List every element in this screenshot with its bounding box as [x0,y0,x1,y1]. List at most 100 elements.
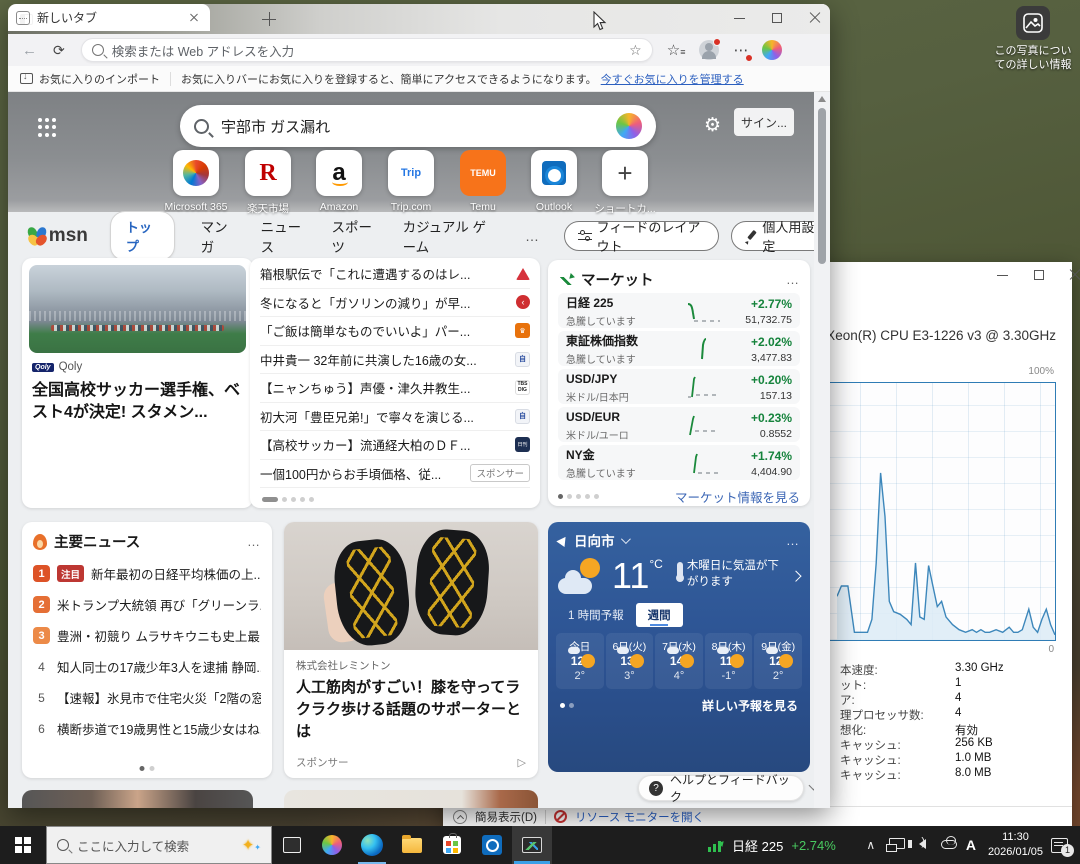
shortcut-tripcom[interactable]: Trip Trip.com [376,150,446,213]
taskmgr-close-button[interactable] [1058,264,1080,286]
weather-pagination[interactable] [560,703,574,708]
shortcut-add[interactable]: + ショートカ... [590,150,660,216]
headline-row[interactable]: 箱根駅伝で「これに遭遇するのはレ... [260,260,530,289]
market-row[interactable]: 日経 225急騰しています +2.77%51,732.75 [558,293,800,328]
volume-icon[interactable] [912,838,934,852]
msn-logo[interactable]: msn [49,225,88,247]
nav-tab-casual-games[interactable]: カジュアル ゲーム [403,216,495,256]
headline-row[interactable]: 初大河「豊臣兄弟!」で寧々を演じる...自 [260,403,530,432]
browser-close-button[interactable] [796,4,830,32]
simple-view-button[interactable]: 簡易表示(D) [475,809,537,825]
browser-tab[interactable]: 新しいタブ [8,4,210,31]
forecast-day[interactable]: 7日(水) 14°4° [655,633,703,689]
nav-more-icon[interactable]: … [525,228,540,244]
taskmgr-minimize-button[interactable] [985,264,1019,286]
favorites-import-button[interactable]: お気に入りのインポート [39,71,160,87]
taskbar-store[interactable] [432,826,472,864]
feed-layout-button[interactable]: フィードのレイアウト [564,221,719,251]
nav-tab-manga[interactable]: マンガ [201,216,235,256]
news-row[interactable]: 1 注目 新年最初の日経平均株価の上... [33,558,261,589]
news-row[interactable]: 2 米トランプ大統領 再び「グリーンラ... [33,589,261,620]
shortcut-rakuten[interactable]: R 楽天市場 [233,150,303,216]
sponsored-ad-card[interactable]: 株式会社レミントン 人工筋肉がすごい！膝を守ってラクラク歩ける話題のサポーターと… [284,522,538,778]
ad-headline[interactable]: 人工筋肉がすごい！膝を守ってラクラク歩ける話題のサポーターとは [296,677,526,742]
page-settings-gear-icon[interactable]: ⚙ [704,114,721,137]
notification-center-icon[interactable]: 1 [1051,838,1068,853]
news-row[interactable]: 4 知人同士の17歳少年3人を逮捕 静岡... [33,651,261,682]
tab-hourly-forecast[interactable]: 1 時間予報 [556,603,636,627]
nav-tab-news[interactable]: ニュース [261,216,306,256]
market-pagination[interactable] [558,494,599,499]
story-headline[interactable]: 全国高校サッカー選手権、ベスト4が決定! スタメン... [32,380,243,425]
profile-avatar[interactable] [699,40,719,60]
tray-stock-change[interactable]: +2.74% [791,838,835,853]
partial-story-card[interactable] [284,790,538,808]
browser-minimize-button[interactable] [720,4,758,32]
market-see-more-link[interactable]: マーケット情報を見る [599,487,800,506]
news-row[interactable]: 3 豊洲・初競り ムラサキウニも史上最... [33,620,261,651]
forecast-day[interactable]: 9日(金) 12°2° [754,633,802,689]
taskbar-clock[interactable]: 11:30 2026/01/05 [988,830,1043,860]
scroll-up-arrow[interactable] [818,96,826,102]
forecast-day[interactable]: 8日(木) 11°-1° [705,633,753,689]
weather-location[interactable]: 日向市 [574,530,615,550]
shortcut-amazon[interactable]: a Amazon [304,150,374,213]
open-resource-monitor-link[interactable]: リソース モニターを開く [575,809,704,825]
taskbar-file-explorer[interactable] [392,826,432,864]
weather-advisory[interactable]: 木曜日に気温が下がります [687,558,789,590]
news-row[interactable]: 6 横断歩道で19歳男性と15歳少女はね... [33,713,261,744]
favorite-star-icon[interactable]: ☆ [629,42,642,59]
headline-row[interactable]: 一個100円からお手頃価格、従...スポンサー [260,460,530,489]
copilot-icon[interactable] [616,113,642,139]
scrollbar-thumb[interactable] [818,108,826,264]
tray-stock-name[interactable]: 日経 225 [732,836,783,855]
news-row[interactable]: 5 【速報】氷見市で住宅火災「2階の窓... [33,682,261,713]
taskbar-outlook[interactable] [472,826,512,864]
ntp-search-box[interactable]: 宇部市 ガス漏れ [180,105,656,147]
favorites-hub-icon[interactable]: ☆≡ [667,41,686,59]
back-button[interactable]: ← [22,42,37,59]
help-feedback-button[interactable]: ? ヘルプとフィードバック [638,775,804,801]
market-row[interactable]: NY金急騰しています +1.74%4,404.90 [558,445,800,480]
copilot-icon[interactable] [762,40,782,60]
partial-story-card[interactable] [22,790,253,808]
chevron-right-icon[interactable] [791,570,802,581]
new-tab-button[interactable] [260,11,278,29]
headline-row[interactable]: 「ご飯は簡単なものでいいよ」パー...♛ [260,317,530,346]
headline-row[interactable]: 【ニャンちゅう】声優・津久井教生...TBSDIG [260,374,530,403]
tab-weekly-forecast[interactable]: 週間 [636,603,683,627]
tray-expand-chevron-icon[interactable]: ∧ [860,838,882,852]
carousel-pagination[interactable] [262,497,314,502]
browser-maximize-button[interactable] [758,4,796,32]
market-row[interactable]: USD/JPY米ドル/日本円 +0.20%157.13 [558,369,800,404]
detailed-forecast-link[interactable]: 詳しい予報を見る [574,697,798,714]
headline-row[interactable]: 【高校サッカー】流通経大柏のＤＦ...日刊 [260,431,530,460]
network-icon[interactable] [886,838,908,852]
market-row[interactable]: USD/EUR米ドル/ユーロ +0.23%0.8552 [558,407,800,442]
refresh-button[interactable]: ⟳ [53,42,65,59]
taskbar-search-box[interactable]: ここに入力して検索 ✦✦ [46,826,272,864]
shortcut-temu[interactable]: TEMU Temu [448,150,518,213]
ad-choices-icon[interactable]: ▷ [518,756,526,769]
tab-close-icon[interactable] [186,10,202,26]
sign-in-button[interactable]: サイン... [734,108,794,136]
more-menu-icon[interactable]: ⋯ [733,41,748,59]
chevron-down-icon[interactable] [620,534,630,544]
shortcut-microsoft365[interactable]: Microsoft 365 [161,150,231,213]
page-scrollbar[interactable] [814,92,830,808]
photo-info-desktop-icon[interactable]: この写真についての詳しい情報 [990,6,1076,73]
weather-more-icon[interactable]: … [634,533,801,548]
ime-indicator[interactable]: A [966,837,976,853]
top-news-pagination[interactable] [140,766,155,771]
market-more-icon[interactable]: … [786,272,800,287]
onedrive-icon[interactable] [938,838,960,852]
nav-tab-sports[interactable]: スポーツ [331,216,376,256]
nav-tab-top[interactable]: トップ [110,211,175,261]
market-row[interactable]: 東証株価指数急騰しています +2.02%3,477.83 [558,331,800,366]
manage-favorites-link[interactable]: 今すぐお気に入りを管理する [601,71,744,87]
shortcut-outlook[interactable]: Outlook [519,150,589,213]
story-card[interactable]: Qoly Qoly 全国高校サッカー選手権、ベスト4が決定! スタメン... [22,258,253,508]
headline-row[interactable]: 中井貴一 32年前に共演した16歳の女...自 [260,346,530,375]
taskbar-copilot[interactable] [312,826,352,864]
forecast-day[interactable]: 6日(火) 13°3° [606,633,654,689]
